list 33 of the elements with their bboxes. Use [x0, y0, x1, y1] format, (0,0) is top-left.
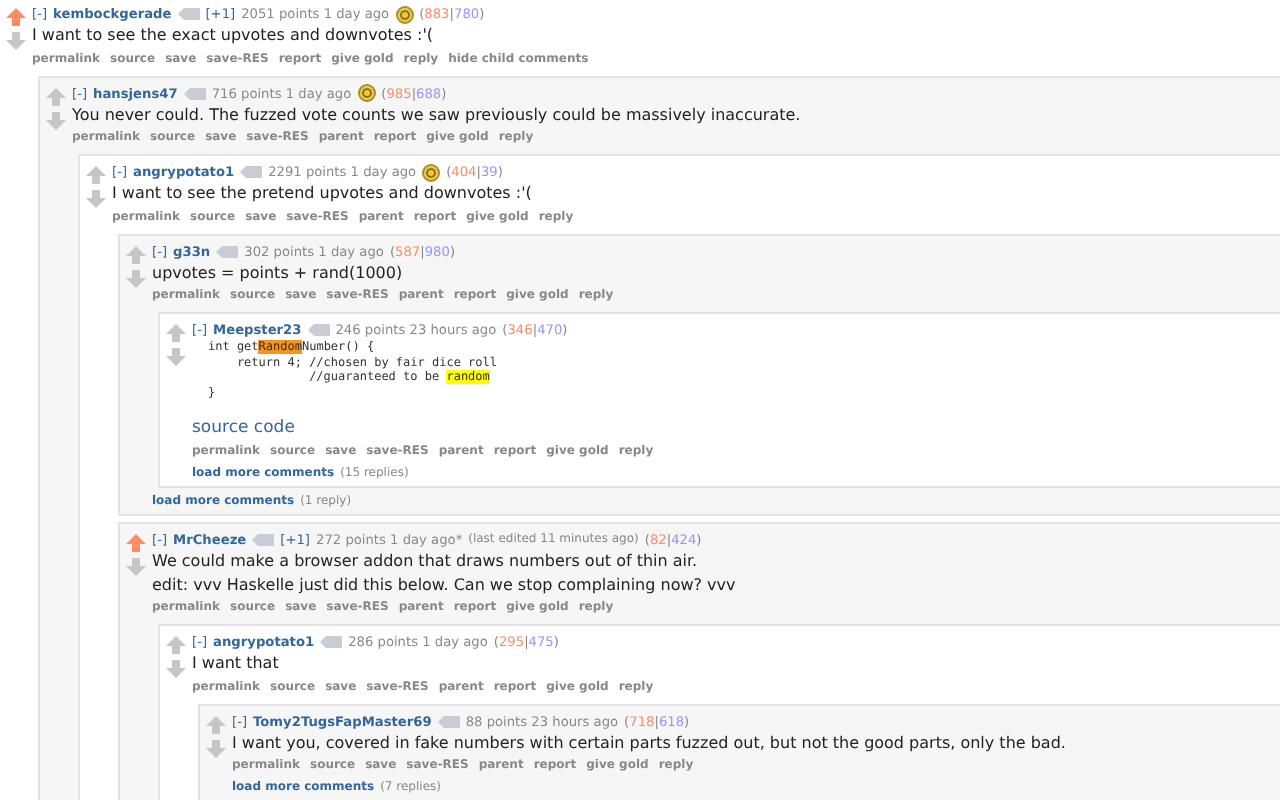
- downvote-arrow-icon[interactable]: [166, 348, 186, 366]
- tag-icon[interactable]: [437, 715, 460, 727]
- tag-icon[interactable]: [307, 324, 330, 336]
- comment-text: We could make a browser addon that draws numbers out of thin air.: [152, 550, 700, 573]
- tag-icon[interactable]: [320, 636, 343, 648]
- tag-icon[interactable]: [216, 245, 239, 257]
- upvote-arrow-icon[interactable]: [166, 324, 186, 342]
- comment-text: You never could. The fuzzed vote counts we saw previously could be massively inaccurate.: [72, 103, 803, 126]
- downvote-arrow-icon[interactable]: [126, 269, 146, 287]
- comment-text: I want that: [192, 652, 281, 675]
- downvote-arrow-icon[interactable]: [126, 558, 146, 576]
- downvote-arrow-icon[interactable]: [46, 111, 66, 129]
- tag-icon[interactable]: [240, 166, 263, 178]
- comment-text: upvotes = points + rand(1000): [152, 261, 405, 284]
- comment-text: edit: vvv Haskelle just did this below. Can we stop complaining now? vvv: [152, 573, 738, 596]
- source-link[interactable]: source code: [192, 418, 295, 438]
- tag-icon[interactable]: [252, 534, 275, 546]
- tag-icon[interactable]: [183, 87, 206, 99]
- downvote-arrow-icon[interactable]: [86, 190, 106, 208]
- comment-text: I want to see the exact upvotes and downvotes :'(: [32, 24, 436, 47]
- upvote-arrow-icon[interactable]: [206, 715, 226, 733]
- downvote-arrow-icon[interactable]: [6, 32, 26, 50]
- upvote-arrow-icon[interactable]: [46, 87, 66, 105]
- downvote-arrow-icon[interactable]: [206, 739, 226, 757]
- upvote-arrow-icon[interactable]: [126, 245, 146, 263]
- tag-icon[interactable]: [177, 8, 200, 20]
- comment-text: I want to see the pretend upvotes and downvotes :'(: [112, 182, 534, 205]
- downvote-arrow-icon[interactable]: [166, 660, 186, 678]
- comment-text: I want you, covered in fake numbers with certain parts fuzzed out, but not the good parts, only the bad.: [232, 731, 1068, 754]
- upvote-arrow-icon[interactable]: [86, 166, 106, 184]
- upvote-arrow-icon[interactable]: [126, 534, 146, 552]
- upvote-arrow-icon[interactable]: [166, 636, 186, 654]
- upvote-arrow-icon[interactable]: [6, 8, 26, 26]
